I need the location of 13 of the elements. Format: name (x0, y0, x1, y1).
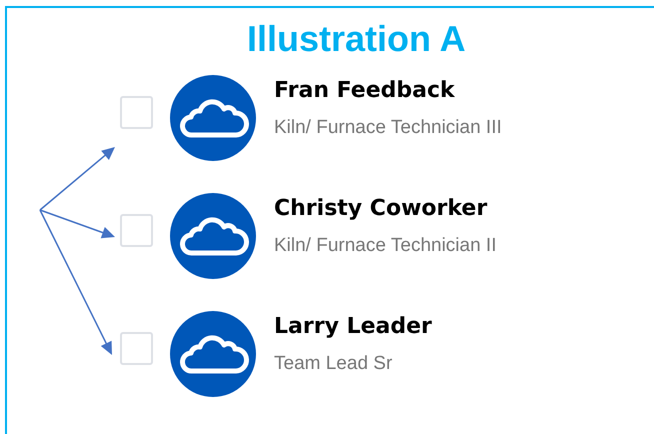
cloud-avatar-icon (170, 311, 256, 397)
person-name: Larry Leader (274, 314, 432, 338)
job-title: Kiln/ Furnace Technician II (274, 234, 496, 256)
person-name: Christy Coworker (274, 196, 488, 220)
cloud-avatar-icon (170, 193, 256, 279)
checkbox[interactable] (120, 96, 153, 128)
cloud-avatar-icon (170, 75, 256, 161)
illustration-title: Illustration A (246, 18, 466, 60)
checkbox[interactable] (120, 214, 153, 246)
checkbox[interactable] (120, 332, 153, 364)
job-title: Team Lead Sr (274, 352, 394, 374)
person-name: Fran Feedback (274, 78, 456, 102)
job-title: Kiln/ Furnace Technician III (274, 116, 502, 138)
